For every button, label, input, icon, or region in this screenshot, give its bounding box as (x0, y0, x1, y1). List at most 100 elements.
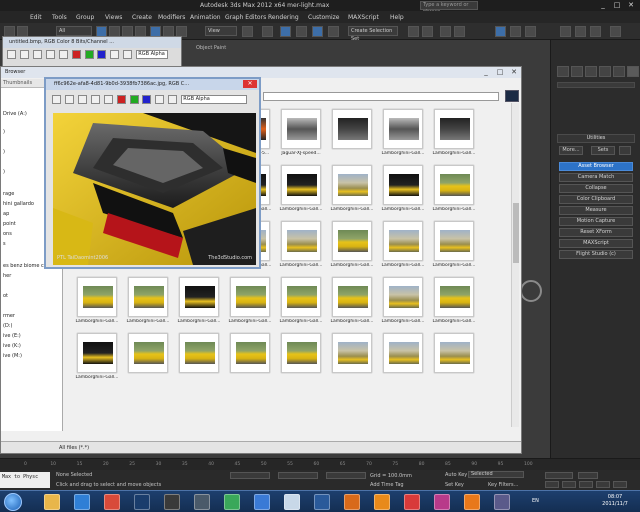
tree-item[interactable]: ive (K:) (3, 343, 21, 349)
thumbnail[interactable] (383, 165, 423, 205)
curve-editor-icon[interactable] (495, 26, 506, 37)
spinner-snap-icon[interactable] (328, 26, 339, 37)
kingsoft-icon[interactable] (404, 494, 420, 510)
thumbnail[interactable] (281, 221, 321, 261)
tree-item[interactable]: ) (3, 149, 5, 155)
thumbnail[interactable] (332, 109, 372, 149)
tree-item[interactable]: ons (3, 231, 12, 237)
nero-icon[interactable] (164, 494, 180, 510)
after-effects-icon[interactable] (494, 494, 510, 510)
system-clock[interactable]: 08:07 2011/11/7 (600, 494, 630, 508)
tree-item[interactable]: hini gallardo (3, 201, 34, 207)
configure-sets-icon[interactable] (619, 146, 631, 155)
green-channel-icon[interactable] (129, 95, 139, 104)
minimize-button[interactable]: _ (596, 0, 610, 10)
menu-graph-editors[interactable]: Graph Editors (225, 14, 266, 21)
tree-item[interactable]: Drive (A:) (3, 111, 27, 117)
menu-edit[interactable]: Edit (30, 14, 42, 21)
firefox-icon[interactable] (464, 494, 480, 510)
red-channel-icon[interactable] (71, 50, 81, 59)
thumbnail[interactable] (230, 333, 270, 373)
y-coordinate-field[interactable] (278, 472, 318, 479)
alpha-channel-icon[interactable] (110, 50, 120, 59)
tree-item[interactable]: ive (E:) (3, 333, 21, 339)
alpha-channel-icon[interactable] (155, 95, 165, 104)
current-frame-field[interactable] (545, 472, 573, 479)
explorer-icon[interactable] (44, 494, 60, 510)
hierarchy-tab-icon[interactable] (585, 66, 597, 77)
render-setup-icon[interactable] (560, 26, 571, 37)
search-input[interactable]: Type a keyword or phrase (420, 1, 478, 15)
monochrome-icon[interactable] (103, 95, 113, 104)
vlc-icon[interactable] (374, 494, 390, 510)
thumbnail[interactable] (434, 165, 474, 205)
thumbnail[interactable] (434, 333, 474, 373)
tree-item[interactable]: (D:) (3, 323, 12, 329)
copy-image-icon[interactable] (64, 95, 74, 104)
time-config-icon[interactable] (578, 472, 598, 479)
thumbnail[interactable] (128, 333, 168, 373)
thumbnail[interactable] (434, 277, 474, 317)
render-production-icon[interactable] (590, 26, 601, 37)
preview-channel-dropdown[interactable]: RGB Alpha (181, 95, 248, 104)
snaps-toggle-icon[interactable] (280, 26, 291, 37)
save-image-icon[interactable] (52, 95, 61, 104)
display-alpha-icon[interactable] (168, 95, 178, 104)
measure-button[interactable]: Measure (559, 206, 633, 215)
print-icon[interactable] (45, 50, 55, 59)
z-coordinate-field[interactable] (326, 472, 366, 479)
thumbnail[interactable] (281, 165, 321, 205)
pan-icon[interactable] (579, 481, 593, 488)
pivot-center-icon[interactable] (242, 26, 253, 37)
graphite-ribbon-icon[interactable] (454, 26, 465, 37)
key-filters-button[interactable]: Key Filters... (488, 482, 518, 488)
tree-item[interactable]: her (3, 273, 11, 279)
thumbnail[interactable] (77, 333, 117, 373)
thumbnail[interactable] (434, 109, 474, 149)
thumbnail[interactable] (230, 277, 270, 317)
browser-maximize-button[interactable]: □ (493, 68, 507, 77)
thumbnail[interactable] (281, 109, 321, 149)
tree-item[interactable]: rmer (3, 313, 15, 319)
maximize-button[interactable]: □ (610, 0, 624, 10)
thumbnail[interactable] (332, 165, 372, 205)
grid-scrollbar[interactable] (511, 103, 519, 427)
paint-icon[interactable] (284, 494, 300, 510)
maxscript-button[interactable]: MAXScript (559, 239, 633, 248)
menu-modifiers[interactable]: Modifiers (158, 14, 185, 21)
thumbnail[interactable] (332, 277, 372, 317)
thumbnail[interactable] (77, 277, 117, 317)
schematic-view-icon[interactable] (510, 26, 521, 37)
tree-item[interactable]: ive (M:) (3, 353, 22, 359)
file-type-filter[interactable]: All files (*.*) (1, 441, 521, 453)
thumbnail[interactable] (383, 109, 423, 149)
thumbnail[interactable] (281, 333, 321, 373)
copy-image-icon[interactable] (19, 50, 29, 59)
motion-tab-icon[interactable] (599, 66, 611, 77)
preview-close-button[interactable]: ✕ (243, 80, 257, 88)
material-editor-icon[interactable] (525, 26, 536, 37)
tree-item[interactable]: ) (3, 129, 5, 135)
layer-manager-icon[interactable] (440, 26, 451, 37)
tree-item[interactable]: es benz biome co (3, 263, 47, 269)
selection-filter-dropdown[interactable]: All (56, 26, 92, 36)
angle-snap-icon[interactable] (296, 26, 307, 37)
clear-icon[interactable] (58, 50, 68, 59)
tree-item[interactable]: ot (3, 293, 8, 299)
photoshop-icon[interactable] (134, 494, 150, 510)
thumbnail[interactable] (383, 277, 423, 317)
maxscript-listener[interactable]: Max to Physc (0, 472, 50, 488)
blue-channel-icon[interactable] (142, 95, 152, 104)
clone-window-icon[interactable] (32, 50, 42, 59)
asset-browser-button[interactable]: Asset Browser (559, 162, 633, 171)
language-indicator[interactable]: EN (532, 498, 539, 504)
thumbnail[interactable] (332, 221, 372, 261)
track-bar[interactable]: 0 10 15 20 25 30 35 40 45 50 55 60 65 70 75 80 85 90 95 100 (0, 458, 640, 470)
auto-key-button[interactable]: Auto Key (445, 472, 467, 478)
x-coordinate-field[interactable] (230, 472, 270, 479)
menu-customize[interactable]: Customize (308, 14, 340, 21)
maximize-viewport-icon[interactable] (613, 481, 627, 488)
3dsmax-icon[interactable] (194, 494, 210, 510)
path-input[interactable] (263, 92, 499, 101)
channel-dropdown[interactable]: RGB Alpha (136, 50, 169, 59)
